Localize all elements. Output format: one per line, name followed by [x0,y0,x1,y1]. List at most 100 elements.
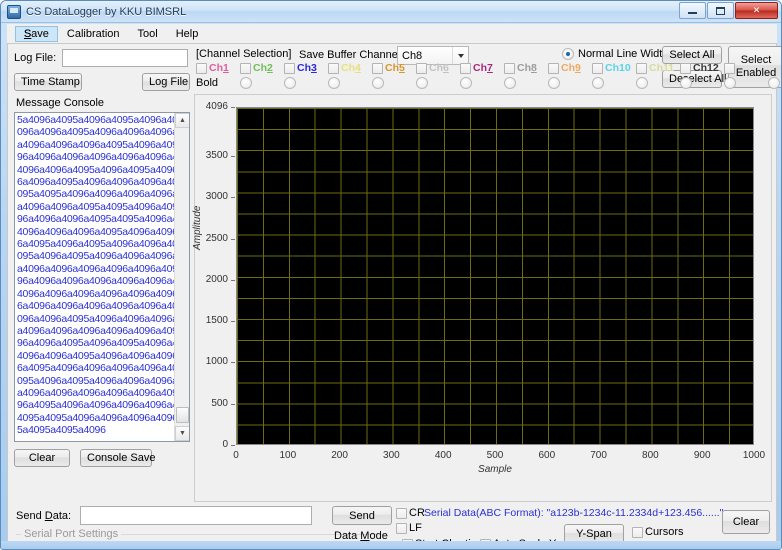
bold-radio-slot-1[interactable] [224,77,268,89]
menu-item-help[interactable]: Help [167,26,208,42]
channel-label-8: Ch8 [517,62,537,74]
console-clear-button[interactable]: Clear [14,449,70,467]
channel-checkbox-box-2 [240,62,251,74]
y-tick-mark-2500 [231,238,235,240]
y-tick-label-3500: 3500 [205,150,228,162]
chart-plot-area[interactable] [236,107,754,445]
log-file-button[interactable]: Log File [142,72,190,91]
y-tick-label-0: 0 [222,439,228,450]
log-file-input[interactable] [62,49,188,67]
x-tick-label-900: 900 [693,450,711,461]
channel-checkbox-box-8 [504,62,515,74]
bold-radio-slot-13[interactable] [752,77,781,89]
channel-checkbox-3[interactable]: Ch3 [284,62,328,74]
y-tick-mark-1000 [231,362,235,364]
time-stamp-button[interactable]: Time Stamp [14,72,82,91]
chart-panel: Amplitude 0 500 1000 1500 2000 2500 3000 3500 40… [192,94,772,502]
channel-checkbox-2[interactable]: Ch2 [240,62,284,74]
bold-radio-slot-2[interactable] [268,77,312,89]
left-panel: Log File: Time Stamp Log File Message Co… [14,48,190,468]
y-tick-label-3000: 3000 [205,191,228,203]
channel-checkbox-box-6 [416,62,427,74]
menu-item-save[interactable]: SSave [15,25,58,42]
channel-checkbox-box-7 [460,62,471,74]
y-tick-mark-3500 [231,156,235,158]
channel-checkbox-13[interactable] [724,62,768,74]
y-tick-mark-0 [231,445,235,446]
channel-checkbox-10[interactable]: Ch10 [592,62,636,74]
normal-line-width-label: Normal Line Width [578,48,669,60]
channel-checkbox-6[interactable]: Ch6 [416,62,460,74]
send-button[interactable]: Send [332,506,392,525]
clear-chart-button[interactable]: Clear [722,510,770,534]
message-console[interactable]: 5a4096a4095a4096a4095a4096a4095a4 096a40… [14,112,190,442]
bold-radio-slot-8[interactable] [532,77,576,89]
channel-checkbox-11[interactable]: Ch11 [636,62,680,74]
x-tick-label-500: 500 [486,450,504,461]
message-console-scrollbar[interactable]: ▲ ▼ [174,113,189,441]
cursors-checkbox[interactable]: Cursors [632,526,684,538]
menu-item-save-label: Save [23,27,49,40]
channel-label-11: Ch11 [649,62,675,74]
cr-checkbox[interactable]: CR [396,507,425,519]
x-tick-label-800: 800 [642,450,659,461]
scrollbar-thumb[interactable] [176,407,189,423]
bold-radio-slot-7[interactable] [488,77,532,89]
minimize-button[interactable] [679,2,706,19]
channel-checkbox-box-13 [724,62,735,74]
scroll-up-arrow-icon[interactable]: ▲ [175,113,189,128]
message-console-label: Message Console [16,97,105,109]
bold-radio-slot-6[interactable] [444,77,488,89]
menu-item-calibration-label: Calibration [66,27,120,40]
bold-radio-slot-5[interactable] [400,77,444,89]
bold-radio-slot-4[interactable] [356,77,400,89]
menu-item-calibration[interactable]: Calibration [58,26,129,42]
y-tick-label-500: 500 [211,397,228,409]
channel-checkbox-box-4 [328,62,339,74]
bold-radio-13 [768,77,780,89]
log-file-label: Log File: [14,52,57,64]
client-area: Log File: Time Stamp Log File Message Co… [7,43,781,549]
bold-radio-11 [680,77,692,89]
y-tick-label-1500: 1500 [205,315,228,327]
title-bar: CS DataLogger by KKU BIMSRL ✕ [1,1,781,23]
y-tick-label-2500: 2500 [205,232,228,244]
serial-data-format-hint: Serial Data(ABC Format): "a123b-1234c-11… [424,507,724,519]
channel-label-5: Ch5 [385,62,405,74]
channel-checkbox-9[interactable]: Ch9 [548,62,592,74]
cursors-checkbox-box [632,526,643,538]
channel-checkbox-7[interactable]: Ch7 [460,62,504,74]
bold-radio-slot-10[interactable] [620,77,664,89]
scroll-down-arrow-icon[interactable]: ▼ [175,426,189,441]
normal-line-width-radio[interactable]: Normal Line Width [562,48,668,60]
x-tick-label-0: 0 [233,450,239,461]
channel-checkbox-row: Ch1 Ch2 Ch3 Ch4 Ch5 Ch6 Ch7 Ch8 Ch9 Ch10 Ch11 Ch12 [196,62,768,74]
close-button[interactable]: ✕ [735,2,778,19]
bold-radio-slot-3[interactable] [312,77,356,89]
channel-label-12: Ch12 [693,62,719,74]
send-data-input[interactable] [80,506,312,525]
channel-checkbox-12[interactable]: Ch12 [680,62,724,74]
channel-label-3: Ch3 [297,62,317,74]
save-buffer-channel-value: Ch8 [402,49,423,62]
cursors-label: Cursors [645,526,684,538]
cr-checkbox-box [396,507,407,519]
message-console-text: 5a4096a4095a4096a4095a4096a4095a4 096a40… [17,114,190,437]
channel-checkbox-1[interactable]: Ch1 [196,62,240,74]
channel-checkbox-8[interactable]: Ch8 [504,62,548,74]
channel-checkbox-5[interactable]: Ch5 [372,62,416,74]
bold-radio-slot-11[interactable] [664,77,708,89]
channel-checkbox-4[interactable]: Ch4 [328,62,372,74]
application-window: CS DataLogger by KKU BIMSRL ✕ SSave Cali… [0,0,782,550]
bold-radio-6 [460,77,472,89]
bold-radio-slot-12[interactable] [708,77,752,89]
maximize-button[interactable] [707,2,734,19]
lf-checkbox[interactable]: LF [396,522,422,534]
menu-item-tool[interactable]: Tool [129,26,167,42]
normal-line-width-radio-dot [562,48,574,60]
bottom-panel: Send Data: Send Serial Port Settings COM… [8,504,778,549]
lf-checkbox-box [396,522,407,534]
bold-radio-slot-9[interactable] [576,77,620,89]
x-tick-label-400: 400 [434,450,452,461]
console-save-button[interactable]: Console Save [80,449,156,467]
